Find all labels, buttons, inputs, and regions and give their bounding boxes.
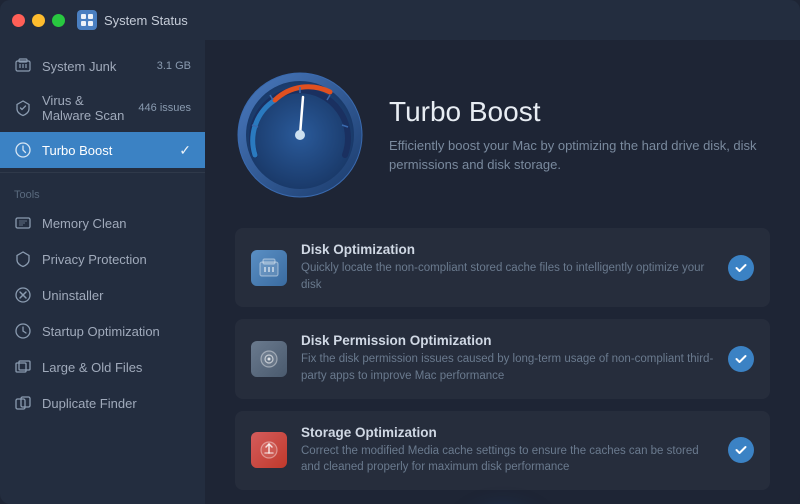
traffic-lights: [12, 14, 65, 27]
content-title: Turbo Boost: [389, 96, 770, 128]
disk-optimization-check: [728, 255, 754, 281]
feature-item-disk-optimization: Disk Optimization Quickly locate the non…: [235, 228, 770, 307]
storage-optimization-check: [728, 437, 754, 463]
disk-optimization-desc: Quickly locate the non-compliant stored …: [301, 260, 714, 293]
storage-optimization-title: Storage Optimization: [301, 425, 714, 440]
disk-permission-check: [728, 346, 754, 372]
turbo-boost-label: Turbo Boost: [42, 143, 169, 158]
app-icon: [77, 10, 97, 30]
content-area: Turbo Boost Efficiently boost your Mac b…: [205, 40, 800, 504]
disk-permission-title: Disk Permission Optimization: [301, 333, 714, 348]
storage-optimization-text: Storage Optimization Correct the modifie…: [301, 425, 714, 476]
system-junk-badge: 3.1 GB: [157, 60, 191, 72]
privacy-protection-label: Privacy Protection: [42, 252, 191, 267]
sidebar-item-duplicate-finder[interactable]: Duplicate Finder: [0, 385, 205, 421]
uninstaller-label: Uninstaller: [42, 288, 191, 303]
memory-clean-icon: [14, 214, 32, 232]
sidebar: System Junk 3.1 GB Virus & Malware Scan …: [0, 40, 205, 504]
disk-optimization-title: Disk Optimization: [301, 242, 714, 257]
maximize-button[interactable]: [52, 14, 65, 27]
disk-optimization-icon: [251, 250, 287, 286]
header-text: Turbo Boost Efficiently boost your Mac b…: [389, 96, 770, 175]
sidebar-item-memory-clean[interactable]: Memory Clean: [0, 205, 205, 241]
content-header: Turbo Boost Efficiently boost your Mac b…: [235, 70, 770, 200]
virus-malware-badge: 446 issues: [138, 102, 191, 114]
sidebar-item-startup-optimization[interactable]: Startup Optimization: [0, 313, 205, 349]
startup-optimization-label: Startup Optimization: [42, 324, 191, 339]
large-old-files-label: Large & Old Files: [42, 360, 191, 375]
memory-clean-label: Memory Clean: [42, 216, 191, 231]
uninstaller-icon: [14, 286, 32, 304]
disk-optimization-text: Disk Optimization Quickly locate the non…: [301, 242, 714, 293]
sidebar-divider: [0, 172, 205, 173]
gauge-container: [235, 70, 365, 200]
privacy-protection-icon: [14, 250, 32, 268]
system-junk-icon: [14, 57, 32, 75]
title-bar-label: System Status: [77, 10, 188, 30]
storage-optimization-icon: [251, 432, 287, 468]
system-junk-label: System Junk: [42, 59, 147, 74]
duplicate-finder-label: Duplicate Finder: [42, 396, 191, 411]
sidebar-item-turbo-boost[interactable]: Turbo Boost ✓: [0, 132, 205, 168]
disk-permission-text: Disk Permission Optimization Fix the dis…: [301, 333, 714, 384]
disk-permission-icon: [251, 341, 287, 377]
startup-optimization-icon: [14, 322, 32, 340]
storage-optimization-desc: Correct the modified Media cache setting…: [301, 443, 714, 476]
gauge-svg: [235, 70, 365, 200]
tools-section-label: Tools: [0, 177, 205, 205]
large-old-files-icon: [14, 358, 32, 376]
minimize-button[interactable]: [32, 14, 45, 27]
feature-item-disk-permission: Disk Permission Optimization Fix the dis…: [235, 319, 770, 398]
sidebar-item-large-old-files[interactable]: Large & Old Files: [0, 349, 205, 385]
sidebar-item-system-junk[interactable]: System Junk 3.1 GB: [0, 48, 205, 84]
main-layout: System Junk 3.1 GB Virus & Malware Scan …: [0, 40, 800, 504]
turbo-boost-check: ✓: [179, 142, 191, 159]
disk-permission-desc: Fix the disk permission issues caused by…: [301, 351, 714, 384]
close-button[interactable]: [12, 14, 25, 27]
sidebar-item-virus-malware[interactable]: Virus & Malware Scan 446 issues: [0, 84, 205, 132]
virus-malware-label: Virus & Malware Scan: [42, 93, 128, 123]
app-title: System Status: [104, 13, 188, 28]
duplicate-finder-icon: [14, 394, 32, 412]
title-bar: System Status: [0, 0, 800, 40]
content-description: Efficiently boost your Mac by optimizing…: [389, 136, 770, 175]
sidebar-item-uninstaller[interactable]: Uninstaller: [0, 277, 205, 313]
app-window: System Status System Junk 3.1 GB: [0, 0, 800, 504]
sidebar-item-privacy-protection[interactable]: Privacy Protection: [0, 241, 205, 277]
turbo-boost-icon: [14, 141, 32, 159]
feature-item-storage-optimization: Storage Optimization Correct the modifie…: [235, 411, 770, 490]
feature-list: Disk Optimization Quickly locate the non…: [235, 228, 770, 490]
virus-malware-icon: [14, 99, 32, 117]
